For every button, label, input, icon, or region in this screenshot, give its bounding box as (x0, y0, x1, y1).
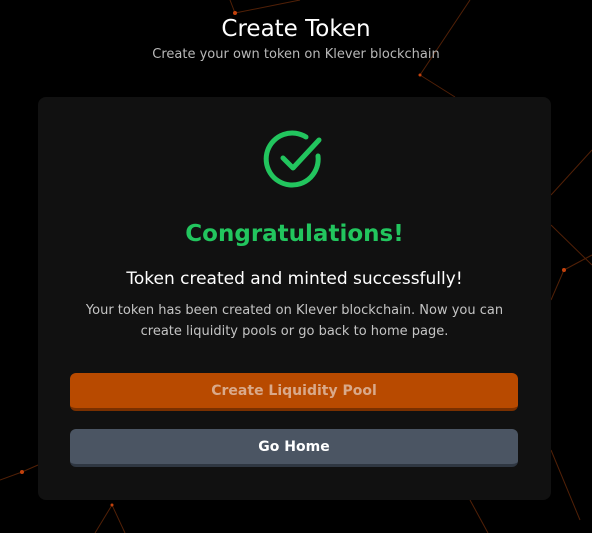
check-circle-icon (263, 130, 322, 188)
page-header: Create Token Create your own token on Kl… (0, 14, 592, 64)
success-description: Your token has been created on Klever bl… (85, 303, 504, 339)
congratulations-heading: Congratulations! (185, 221, 404, 247)
success-message: Token created and minted successfully! (126, 269, 463, 289)
create-token-page: Create Token Create your own token on Kl… (0, 0, 592, 533)
page-title: Create Token (221, 16, 371, 42)
go-home-button[interactable]: Go Home (70, 429, 518, 467)
page-subtitle: Create your own token on Klever blockcha… (152, 47, 440, 62)
create-liquidity-pool-button[interactable]: Create Liquidity Pool (70, 373, 518, 411)
